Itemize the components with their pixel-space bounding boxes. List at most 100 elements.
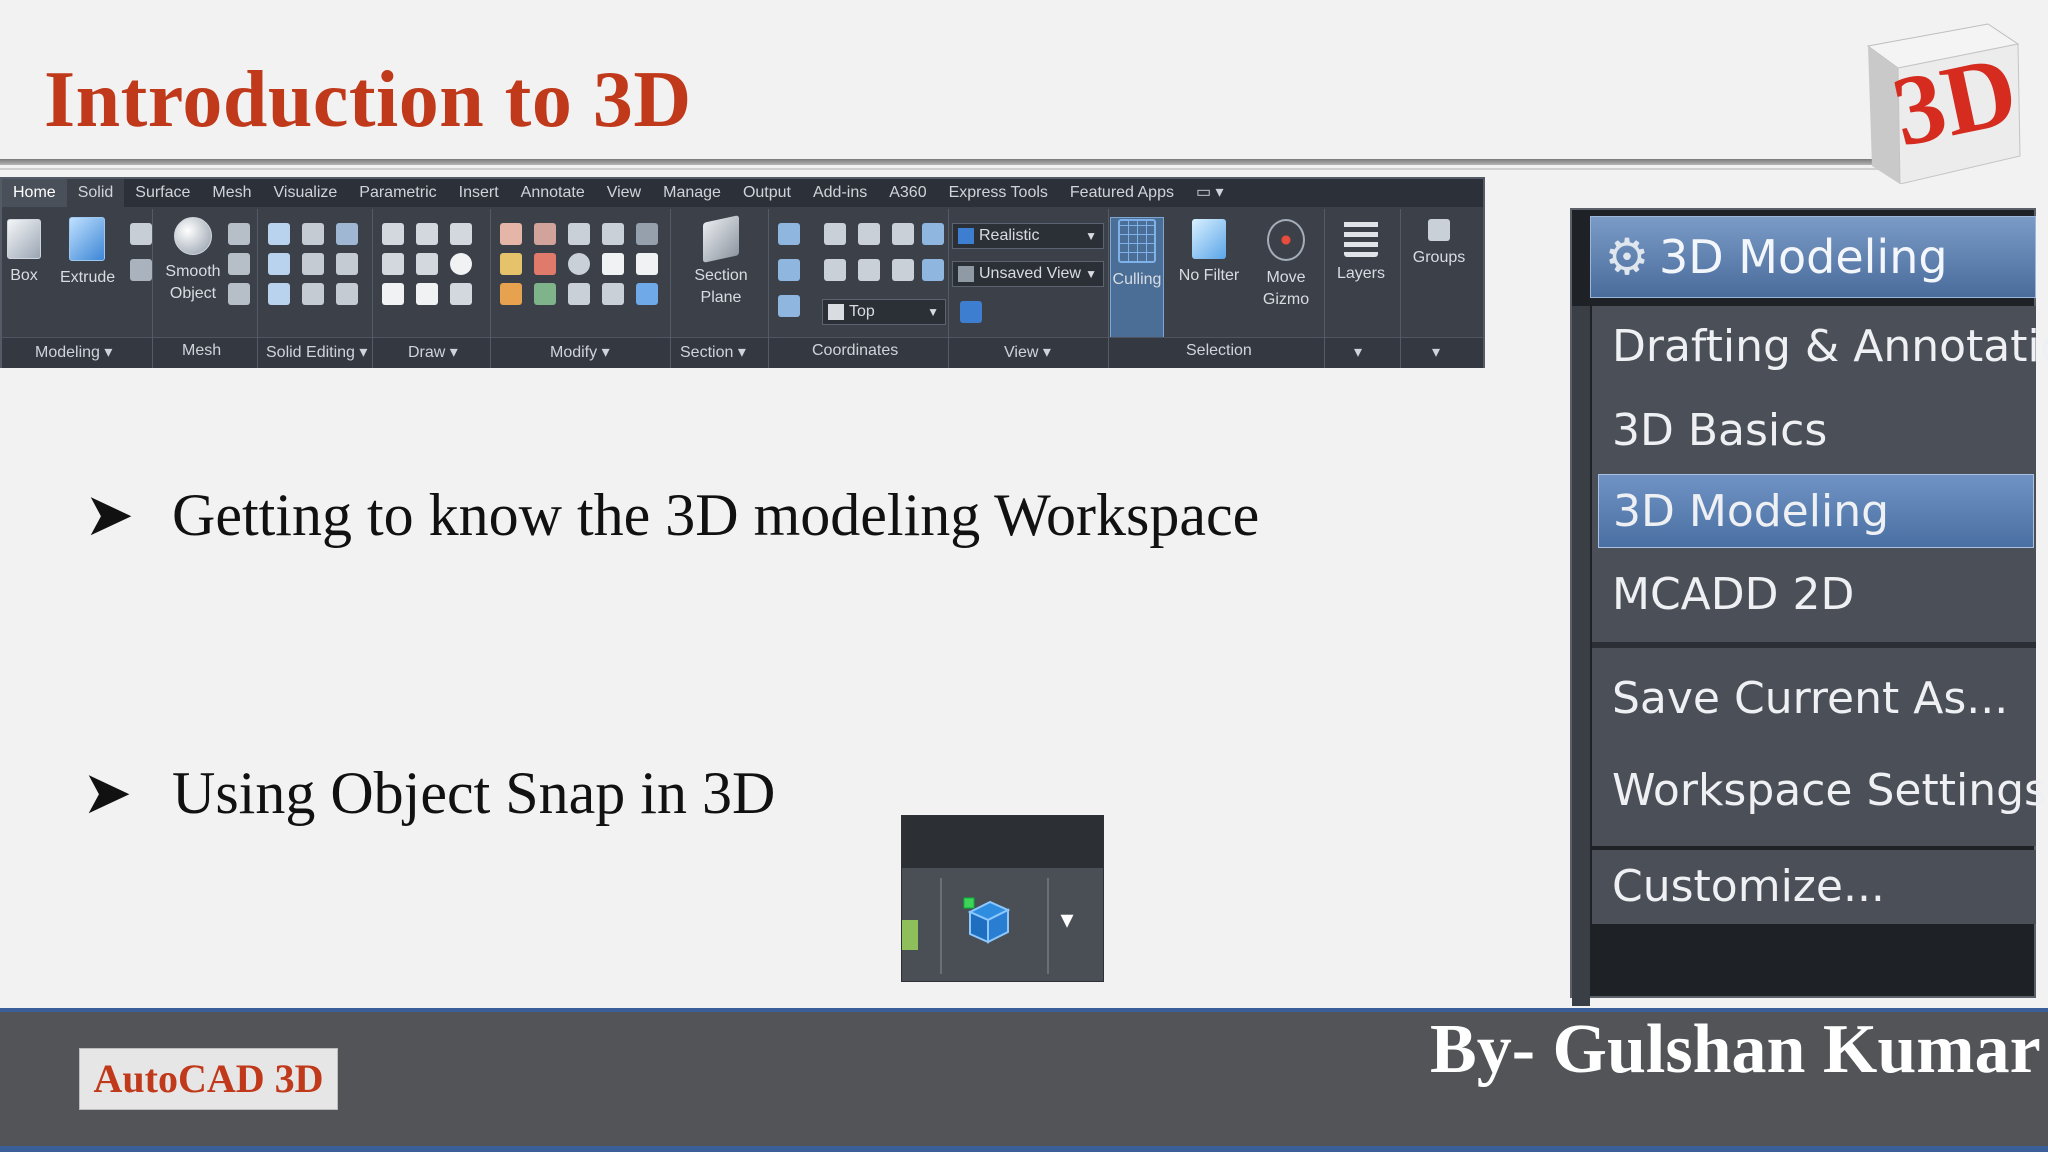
workspace-item-drafting[interactable]: Drafting & Annotation xyxy=(1592,310,2048,384)
thicken-icon[interactable] xyxy=(302,283,324,305)
named-view-dropdown[interactable]: Unsaved View ▼ xyxy=(952,261,1104,287)
workspace-item-mcadd-2d[interactable]: MCADD 2D xyxy=(1592,558,2036,632)
panel-coordinates[interactable]: Coordinates xyxy=(812,342,898,360)
copy-icon[interactable] xyxy=(568,283,590,305)
3d-scale-icon[interactable] xyxy=(534,283,556,305)
chevron-down-icon[interactable]: ▾ xyxy=(1052,904,1082,934)
ucs-world-icon[interactable] xyxy=(824,223,846,245)
tab-mesh[interactable]: Mesh xyxy=(201,179,262,207)
viewport-dropdown[interactable]: Top ▼ xyxy=(822,299,946,325)
tab-parametric[interactable]: Parametric xyxy=(348,179,447,207)
tab-home[interactable]: Home xyxy=(2,179,67,207)
polyline-icon[interactable] xyxy=(416,223,438,245)
viewport-config-icon[interactable] xyxy=(960,301,982,323)
separate-icon[interactable] xyxy=(336,253,358,275)
subtract-icon[interactable] xyxy=(268,253,290,275)
save-current-as-item[interactable]: Save Current As... xyxy=(1592,662,2036,736)
slice-icon[interactable] xyxy=(302,253,324,275)
no-filter-button[interactable]: No Filter xyxy=(1174,219,1244,287)
workspace-settings-item[interactable]: Workspace Settings... xyxy=(1592,754,2048,828)
circle-icon[interactable] xyxy=(450,253,472,275)
extrude-icon xyxy=(69,217,105,261)
extract-edges-icon[interactable] xyxy=(302,223,324,245)
tab-view[interactable]: View xyxy=(596,179,652,207)
rectangle-icon[interactable] xyxy=(416,283,438,305)
mesh-refine-icon[interactable] xyxy=(228,283,250,305)
line-icon[interactable] xyxy=(382,223,404,245)
section-plane-button[interactable]: Section Plane xyxy=(690,215,752,309)
workspace-item-3d-modeling[interactable]: 3D Modeling xyxy=(1598,474,2034,548)
workspace-item-3d-basics[interactable]: 3D Basics xyxy=(1592,394,2036,468)
3d-object-snap-icon[interactable] xyxy=(960,894,1014,948)
trim-icon[interactable] xyxy=(500,223,522,245)
3d-osnap-toolbar: ▾ xyxy=(901,815,1104,982)
mesh-smooth-less-icon[interactable] xyxy=(228,253,250,275)
ucs-origin-icon[interactable] xyxy=(778,259,800,281)
3d-align-icon[interactable] xyxy=(534,223,556,245)
move-gizmo-button[interactable]: Move Gizmo xyxy=(1256,219,1316,311)
box-button[interactable]: Box xyxy=(6,219,42,287)
panel-modify[interactable]: Modify ▾ xyxy=(550,342,610,362)
stretch-icon[interactable] xyxy=(602,283,624,305)
tab-manage[interactable]: Manage xyxy=(652,179,732,207)
panel-layers-expand-icon[interactable]: ▾ xyxy=(1354,342,1362,362)
array-icon[interactable] xyxy=(636,283,658,305)
panel-solid-editing[interactable]: Solid Editing ▾ xyxy=(266,342,367,362)
spline-icon[interactable] xyxy=(382,253,404,275)
region-icon[interactable] xyxy=(450,283,472,305)
3d-move-icon[interactable] xyxy=(568,223,590,245)
ucs-3point-icon[interactable] xyxy=(922,259,944,281)
ucs-object-icon[interactable] xyxy=(858,259,880,281)
tab-output[interactable]: Output xyxy=(732,179,802,207)
ray-icon[interactable] xyxy=(416,253,438,275)
ucs-z-icon[interactable] xyxy=(922,223,944,245)
extrude-button[interactable]: Extrude xyxy=(60,217,115,289)
erase-icon[interactable] xyxy=(500,283,522,305)
mirror-icon[interactable] xyxy=(602,253,624,275)
panel-modeling[interactable]: Modeling ▾ xyxy=(35,342,112,362)
tab-a360[interactable]: A360 xyxy=(878,179,937,207)
panel-section[interactable]: Section ▾ xyxy=(680,342,746,362)
tab-express-tools[interactable]: Express Tools xyxy=(938,179,1059,207)
tab-insert[interactable]: Insert xyxy=(448,179,510,207)
tab-featured-apps[interactable]: Featured Apps xyxy=(1059,179,1185,207)
tab-solid[interactable]: Solid xyxy=(66,179,125,207)
extrude-faces-icon[interactable] xyxy=(336,223,358,245)
ucs-named-icon[interactable] xyxy=(778,295,800,317)
ucs-face-icon[interactable] xyxy=(892,259,914,281)
layers-button[interactable]: Layers xyxy=(1332,217,1390,285)
ucs-x-icon[interactable] xyxy=(858,223,880,245)
panel-draw[interactable]: Draw ▾ xyxy=(408,342,458,362)
tab-annotate[interactable]: Annotate xyxy=(510,179,596,207)
panel-selection[interactable]: Selection xyxy=(1186,342,1252,360)
shell-icon[interactable] xyxy=(336,283,358,305)
fillet-icon[interactable] xyxy=(500,253,522,275)
3d-rotate-icon[interactable] xyxy=(534,253,556,275)
customize-item[interactable]: Customize... xyxy=(1592,850,2036,924)
tab-surface[interactable]: Surface xyxy=(124,179,201,207)
3d-array-icon[interactable] xyxy=(602,223,624,245)
workspace-switch-button[interactable]: ⚙ 3D Modeling xyxy=(1590,216,2036,298)
presspull-icon[interactable] xyxy=(130,259,152,281)
chamfer-icon[interactable] xyxy=(636,253,658,275)
mesh-smooth-more-icon[interactable] xyxy=(228,223,250,245)
panel-mesh[interactable]: Mesh xyxy=(182,342,221,360)
ribbon-options-icon[interactable]: ▭ ▾ xyxy=(1185,179,1235,207)
intersect-icon[interactable] xyxy=(268,283,290,305)
union-icon[interactable] xyxy=(268,223,290,245)
visual-style-dropdown[interactable]: Realistic ▼ xyxy=(952,223,1104,249)
panel-groups-expand-icon[interactable]: ▾ xyxy=(1432,342,1440,362)
polysolid-icon[interactable] xyxy=(130,223,152,245)
arc-icon[interactable] xyxy=(450,223,472,245)
offset-icon[interactable] xyxy=(568,253,590,275)
ucs-view-icon[interactable] xyxy=(824,259,846,281)
panel-view[interactable]: View ▾ xyxy=(1004,342,1051,362)
tab-visualize[interactable]: Visualize xyxy=(263,179,349,207)
tab-add-ins[interactable]: Add-ins xyxy=(802,179,878,207)
groups-button[interactable]: Groups xyxy=(1406,219,1472,269)
smooth-object-button[interactable]: Smooth Object xyxy=(162,217,224,305)
ucs-icon[interactable] xyxy=(778,223,800,245)
ucs-y-icon[interactable] xyxy=(892,223,914,245)
extend-icon[interactable] xyxy=(636,223,658,245)
polygon-icon[interactable] xyxy=(382,283,404,305)
